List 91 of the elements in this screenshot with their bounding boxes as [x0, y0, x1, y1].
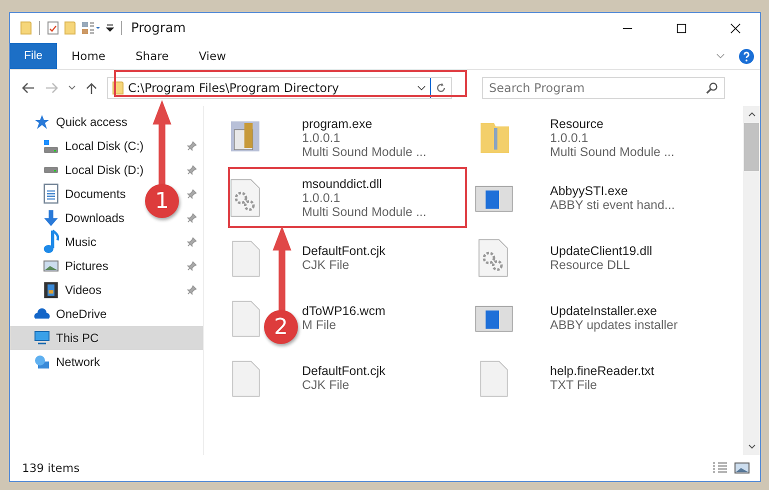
close-icon[interactable]: [730, 22, 741, 34]
file-detail: CJK File: [302, 378, 350, 392]
sidebar-label: Local Disk (C:): [65, 139, 144, 153]
sidebar-item[interactable]: Pictures: [43, 256, 108, 276]
file-detail: ABBY updates installer: [550, 318, 678, 332]
file-detail: CJK File: [302, 258, 350, 272]
file-detail: Multi Sound Module ...: [302, 145, 426, 159]
file-detail: TXT File: [550, 378, 597, 392]
file-name[interactable]: UpdateClient19.dll: [550, 244, 652, 258]
sidebar-label: Local Disk (D:): [65, 163, 144, 177]
pin-icon[interactable]: [187, 165, 197, 175]
scroll-up-icon[interactable]: [748, 112, 756, 117]
search-icon: [706, 82, 718, 94]
star-icon: [34, 114, 50, 130]
maximize-icon[interactable]: [676, 22, 687, 34]
pin-icon[interactable]: [187, 261, 197, 271]
drive-icon: [43, 138, 59, 154]
file-name[interactable]: dToWP16.wcm: [302, 304, 386, 318]
download-icon: [43, 208, 59, 228]
sidebar-item[interactable]: OneDrive: [34, 304, 107, 324]
pin-icon[interactable]: [187, 237, 197, 247]
customize-icon[interactable]: [106, 24, 114, 32]
address-field[interactable]: C:\Program Files\Program Directory: [107, 77, 452, 99]
dropdown-icon[interactable]: [417, 85, 426, 91]
item-count: 139 items: [22, 461, 80, 475]
search-field[interactable]: Search Program: [482, 77, 725, 99]
sidebar-item[interactable]: Music: [43, 232, 96, 252]
file-detail: ABBY sti event hand...: [550, 198, 675, 212]
sidebar-label: This PC: [56, 331, 99, 345]
help-icon[interactable]: [739, 48, 754, 64]
file-name[interactable]: AbbyySTI.exe: [550, 184, 628, 198]
file-name[interactable]: DefaultFont.cjk: [302, 364, 386, 378]
details-view-icon[interactable]: [712, 462, 728, 474]
expand-ribbon-icon[interactable]: [716, 53, 725, 59]
sidebar-item[interactable]: Network: [34, 352, 100, 372]
scroll-down-icon[interactable]: [748, 444, 756, 449]
ribbon-tab[interactable]: View: [184, 43, 241, 69]
file-name[interactable]: Resource: [550, 117, 604, 131]
file-name[interactable]: help.fineReader.txt: [550, 364, 654, 378]
file-detail: 1.0.0.1: [302, 131, 340, 145]
sidebar-item[interactable]: Videos: [43, 280, 102, 300]
scrollbar[interactable]: [743, 106, 760, 455]
monitor-icon: [34, 330, 50, 346]
sidebar-label: Music: [65, 235, 96, 249]
ribbon-tab[interactable]: Home: [56, 43, 120, 69]
file-detail: Multi Sound Module ...: [550, 145, 674, 159]
file-name[interactable]: program.exe: [302, 117, 372, 131]
sidebar-label: Videos: [65, 283, 102, 297]
ribbon-tab[interactable]: Share: [120, 43, 184, 69]
file-detail: M File: [302, 318, 336, 332]
sidebar-label: Network: [56, 355, 100, 369]
properties-icon[interactable]: [47, 21, 59, 35]
network-icon: [34, 354, 50, 370]
forward-icon[interactable]: [45, 82, 58, 94]
pin-icon[interactable]: [187, 213, 197, 223]
sidebar-item[interactable]: Documents: [43, 184, 126, 204]
refresh-icon[interactable]: [435, 82, 447, 94]
sidebar-label: Pictures: [65, 259, 108, 273]
music-note-icon: [43, 229, 59, 255]
sidebar-label: Documents: [65, 187, 126, 201]
sidebar-item[interactable]: Local Disk (D:): [43, 160, 144, 180]
address-path: C:\Program Files\Program Directory: [128, 81, 340, 95]
sidebar-label: Quick access: [56, 115, 128, 129]
drive-icon: [43, 166, 59, 174]
window-title: Program: [131, 20, 186, 36]
back-icon[interactable]: [22, 82, 35, 94]
pin-icon[interactable]: [187, 285, 197, 295]
file-detail: 1.0.0.1: [550, 131, 588, 145]
file-detail: Multi Sound Module ...: [302, 205, 426, 219]
film-icon: [43, 280, 59, 300]
sidebar-item[interactable]: Quick access: [34, 112, 128, 132]
sidebar-item[interactable]: Downloads: [43, 208, 124, 228]
pin-icon[interactable]: [187, 189, 197, 199]
file-name[interactable]: DefaultFont.cjk: [302, 244, 386, 258]
file-name[interactable]: msounddict.dll: [302, 177, 382, 191]
new-folder-icon[interactable]: [64, 21, 76, 35]
folder-icon[interactable]: [20, 21, 32, 35]
pin-icon[interactable]: [187, 141, 197, 151]
up-icon[interactable]: [86, 82, 97, 94]
file-detail: 1.0.0.1: [302, 191, 340, 205]
sidebar-label: Downloads: [65, 211, 124, 225]
recent-icon[interactable]: [68, 85, 76, 91]
scroll-thumb[interactable]: [744, 123, 759, 171]
file-detail: Resource DLL: [550, 258, 630, 272]
picture-icon: [43, 260, 59, 272]
sidebar-item[interactable]: Local Disk (C:): [43, 136, 144, 156]
sidebar-label: OneDrive: [56, 307, 107, 321]
file-name[interactable]: UpdateInstaller.exe: [550, 304, 658, 318]
large-icons-view-icon[interactable]: [734, 462, 750, 474]
document-icon: [43, 183, 59, 205]
layout-icon[interactable]: [81, 21, 101, 35]
